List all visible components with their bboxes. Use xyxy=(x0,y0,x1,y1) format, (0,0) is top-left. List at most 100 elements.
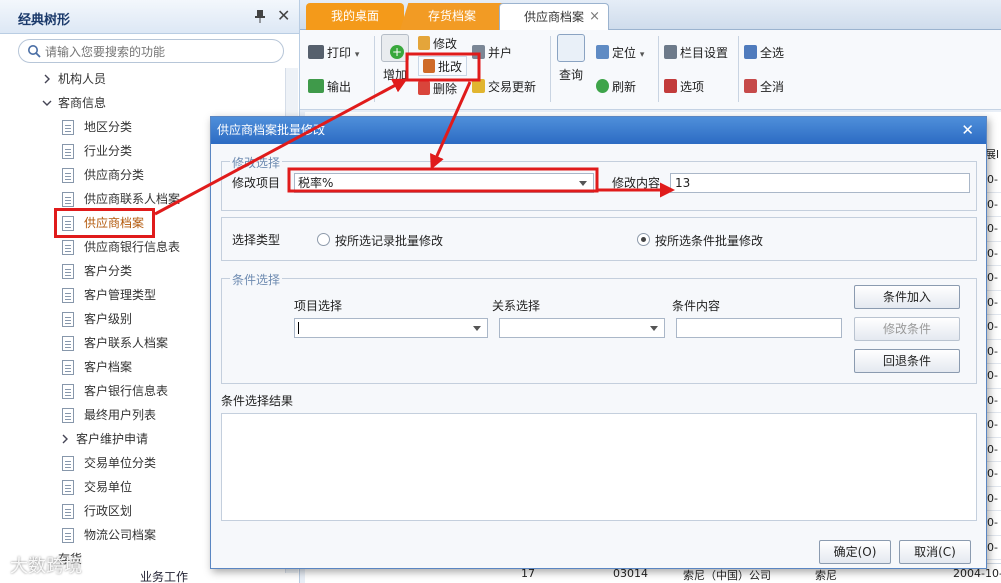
condition-item-select[interactable] xyxy=(294,318,488,338)
button-label: 修改条件 xyxy=(882,322,931,336)
print-button[interactable]: 打印 ▾ xyxy=(308,43,359,63)
tree-item-trade-unit-class[interactable]: 交易单位分类 xyxy=(62,452,156,474)
add-condition-button[interactable]: 条件加入 xyxy=(854,285,960,309)
column-settings-button[interactable]: 栏目设置 xyxy=(664,43,728,63)
condition-result-label: 条件选择结果 xyxy=(221,394,294,408)
ok-button[interactable]: 确定(O) xyxy=(819,540,891,564)
condition-relation-select[interactable] xyxy=(499,318,665,338)
tree-item-customer-archive[interactable]: 客户档案 xyxy=(62,356,132,378)
grid-cell: 0- xyxy=(985,389,1001,413)
modify-content-input[interactable]: 13 xyxy=(670,173,970,193)
chevron-down-icon[interactable] xyxy=(473,326,481,331)
merge-icon xyxy=(472,45,485,59)
button-label: 交易更新 xyxy=(488,80,537,94)
tree-item-admin-division[interactable]: 行政区划 xyxy=(62,500,132,522)
condition-result-area[interactable] xyxy=(221,413,977,521)
button-label: 选项 xyxy=(680,80,705,94)
trade-update-button[interactable]: 交易更新 xyxy=(472,77,536,97)
close-icon[interactable]: × xyxy=(589,4,600,30)
button-label: 条件加入 xyxy=(882,290,931,304)
dialog-titlebar[interactable]: 供应商档案批量修改 ✕ xyxy=(211,117,986,144)
document-icon xyxy=(62,360,74,375)
button-label: 取消(C) xyxy=(914,545,956,559)
tree-item-label: 客户分类 xyxy=(84,264,133,278)
modify-condition-button[interactable]: 修改条件 xyxy=(854,317,960,341)
delete-button[interactable]: 删除 xyxy=(418,79,457,99)
chevron-down-icon[interactable] xyxy=(579,181,587,186)
pencil-icon xyxy=(418,36,430,50)
batch-modify-button[interactable]: 批改 xyxy=(418,56,468,76)
tab-label: 供应商档案 xyxy=(523,10,584,24)
tab-inventory-archive[interactable]: 存货档案 xyxy=(400,3,504,30)
button-label: 查询 xyxy=(558,68,583,82)
tree-item-customer-mgmt-type[interactable]: 客户管理类型 xyxy=(62,284,156,306)
search-box[interactable] xyxy=(18,39,284,63)
refresh-button[interactable]: 刷新 xyxy=(596,77,636,97)
options-icon xyxy=(664,79,677,93)
add-button[interactable]: + 增加 xyxy=(380,34,410,83)
tree-item-label: 客户档案 xyxy=(84,360,133,374)
tree-item-industry-class[interactable]: 行业分类 xyxy=(62,140,132,162)
revert-condition-button[interactable]: 回退条件 xyxy=(854,349,960,373)
search-input[interactable] xyxy=(45,43,275,60)
condition-content-input[interactable] xyxy=(676,318,842,338)
grid-cell: 索尼 xyxy=(815,569,837,582)
tab-label: 我的桌面 xyxy=(330,9,379,23)
chevron-right-icon[interactable] xyxy=(60,434,70,444)
tab-desktop[interactable]: 我的桌面 xyxy=(306,3,404,30)
chevron-down-icon[interactable]: ▾ xyxy=(355,50,360,60)
grid-cell: 0- xyxy=(985,413,1001,438)
deselect-all-button[interactable]: 全消 xyxy=(744,77,784,97)
query-button[interactable]: 查询 xyxy=(556,34,586,83)
document-icon xyxy=(62,336,74,351)
button-label: 修改 xyxy=(433,37,458,51)
button-label: 全消 xyxy=(760,80,785,94)
locate-button[interactable]: 定位 ▾ xyxy=(596,43,644,63)
merge-button[interactable]: 并户 xyxy=(472,43,512,63)
tree-item-customer-contacts[interactable]: 客户联系人档案 xyxy=(62,332,168,354)
tree-item-logistics[interactable]: 物流公司档案 xyxy=(62,524,156,546)
add-document-icon: + xyxy=(381,34,409,62)
tab-supplier-archive[interactable]: 供应商档案 × xyxy=(499,3,609,30)
chevron-down-icon[interactable] xyxy=(42,98,52,108)
modify-item-select[interactable]: 税率% xyxy=(294,173,594,193)
tree-item-customer-level[interactable]: 客户级别 xyxy=(62,308,132,330)
search-icon xyxy=(28,45,41,58)
button-label: 批改 xyxy=(438,60,463,74)
close-icon[interactable]: ✕ xyxy=(277,6,290,25)
tree-group-business[interactable]: 业务工作 xyxy=(140,566,188,583)
tree-group-org[interactable]: 机构人员 xyxy=(42,68,106,90)
tree-item-label: 供应商分类 xyxy=(84,168,145,182)
chevron-down-icon[interactable] xyxy=(650,326,658,331)
document-icon xyxy=(62,312,74,327)
document-icon xyxy=(62,504,74,519)
chevron-right-icon[interactable] xyxy=(42,74,52,84)
plus-icon: + xyxy=(390,45,404,59)
tree-item-supplier-bank[interactable]: 供应商银行信息表 xyxy=(62,236,180,258)
modify-button[interactable]: 修改 xyxy=(418,34,457,54)
select-all-button[interactable]: 全选 xyxy=(744,43,784,63)
tree-item-supplier-class[interactable]: 供应商分类 xyxy=(62,164,144,186)
radio-selected-records[interactable] xyxy=(317,233,330,246)
tree-item-customer-bank[interactable]: 客户银行信息表 xyxy=(62,380,168,402)
columns-icon xyxy=(664,45,677,59)
chevron-down-icon[interactable]: ▾ xyxy=(640,50,645,60)
tree-item-region-class[interactable]: 地区分类 xyxy=(62,116,132,138)
tree-item-supplier-contacts[interactable]: 供应商联系人档案 xyxy=(62,188,180,210)
tab-label: 存货档案 xyxy=(427,9,476,23)
tree-item-customer-class[interactable]: 客户分类 xyxy=(62,260,132,282)
radio-conditions[interactable] xyxy=(637,233,650,246)
text-cursor xyxy=(298,322,299,334)
button-label: 并户 xyxy=(488,46,513,60)
output-button[interactable]: 输出 xyxy=(308,77,351,97)
pin-icon[interactable] xyxy=(254,9,266,23)
tree-group-merchant[interactable]: 客商信息 xyxy=(42,92,106,114)
tree-item-trade-unit[interactable]: 交易单位 xyxy=(62,476,132,498)
tree-group-customer-request[interactable]: 客户维护申请 xyxy=(60,428,148,450)
grid-cell: 0- xyxy=(985,291,1001,315)
options-button[interactable]: 选项 xyxy=(664,77,704,97)
cancel-button[interactable]: 取消(C) xyxy=(899,540,971,564)
tree-item-end-users[interactable]: 最终用户列表 xyxy=(62,404,156,426)
printer-icon xyxy=(308,45,324,59)
close-icon[interactable]: ✕ xyxy=(961,117,974,144)
